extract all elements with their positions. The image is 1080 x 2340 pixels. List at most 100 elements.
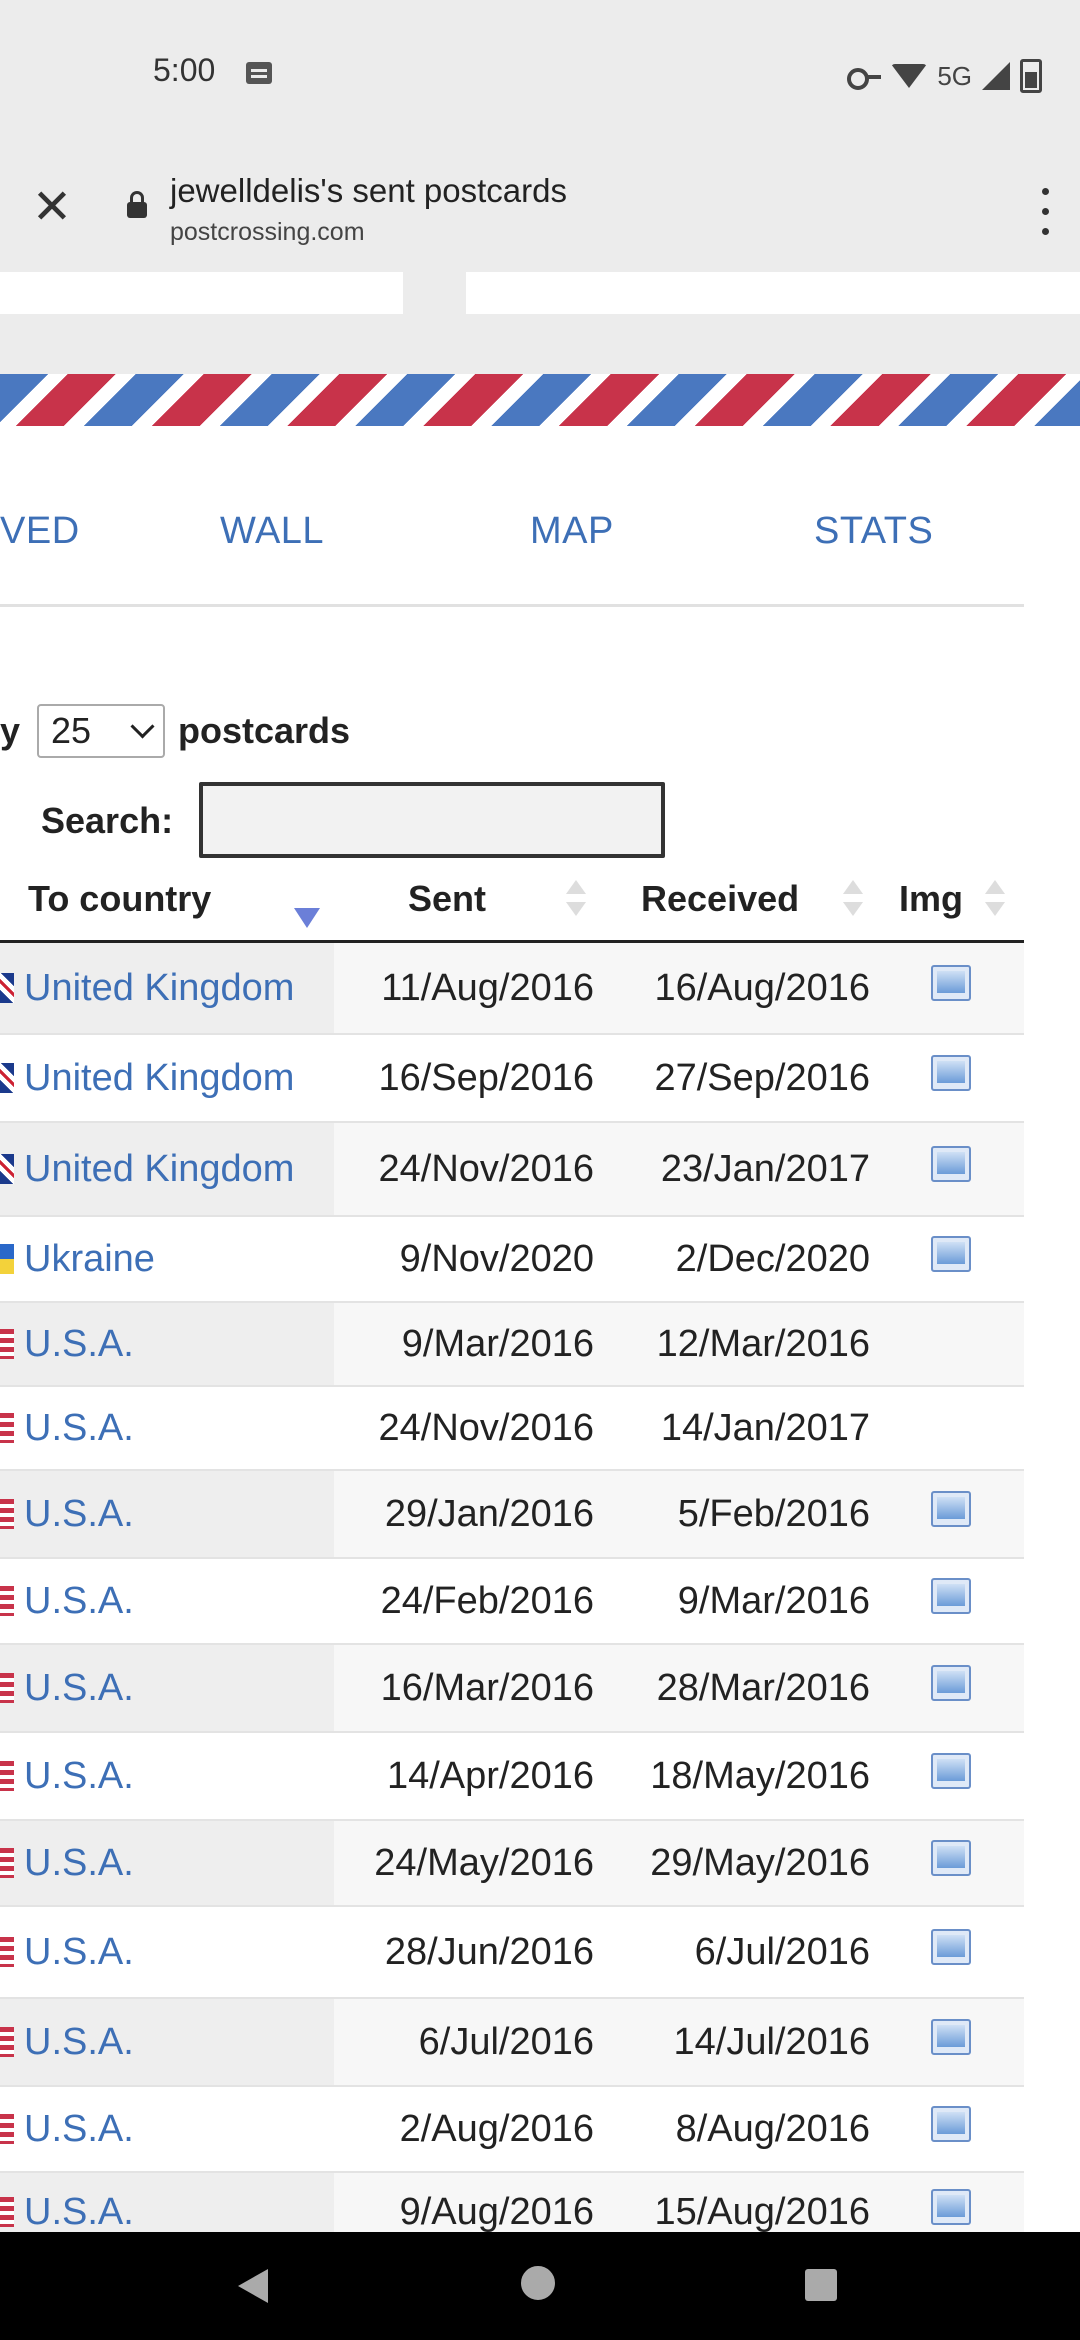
header-sent[interactable]: Sent [408, 878, 486, 920]
country-link[interactable]: U.S.A. [24, 1580, 134, 1623]
page-domain[interactable]: postcrossing.com [170, 218, 365, 247]
country-link[interactable]: U.S.A. [24, 2108, 134, 2151]
flag-us-icon [0, 1413, 14, 1443]
search-input[interactable] [199, 782, 665, 858]
back-icon[interactable] [238, 2269, 268, 2303]
header-img[interactable]: Img [899, 878, 963, 920]
received-date: 15/Aug/2016 [654, 2191, 870, 2233]
system-nav-bar [0, 2232, 1080, 2340]
nav-received[interactable]: VED [0, 510, 80, 553]
table-row[interactable]: U.S.A. 6/Jul/2016 14/Jul/2016 [0, 1999, 1024, 2087]
table-row[interactable]: U.S.A. 16/Mar/2016 28/Mar/2016 [0, 1645, 1024, 1733]
postcard-image-icon[interactable] [931, 1753, 971, 1789]
country-link[interactable]: United Kingdom [24, 967, 294, 1010]
table-row[interactable]: U.S.A. 2/Aug/2016 8/Aug/2016 [0, 2087, 1024, 2173]
network-type-label: 5G [937, 60, 972, 91]
postcard-image-icon[interactable] [931, 1055, 971, 1091]
nav-wall[interactable]: WALL [220, 510, 324, 553]
header-received[interactable]: Received [641, 878, 799, 920]
received-date: 16/Aug/2016 [654, 967, 870, 1009]
table-row[interactable]: U.S.A. 14/Apr/2016 18/May/2016 [0, 1733, 1024, 1821]
sent-date: 9/Aug/2016 [399, 2191, 594, 2233]
postcard-image-icon[interactable] [931, 2019, 971, 2055]
country-link[interactable]: U.S.A. [24, 2021, 134, 2064]
flag-us-icon [0, 1848, 14, 1878]
flag-us-icon [0, 1329, 14, 1359]
home-icon[interactable] [521, 2266, 555, 2300]
received-date: 27/Sep/2016 [654, 1057, 870, 1099]
received-date: 18/May/2016 [650, 1755, 870, 1797]
postcard-image-icon[interactable] [931, 2189, 971, 2225]
table-row[interactable]: U.S.A. 28/Jun/2016 6/Jul/2016 [0, 1907, 1024, 1999]
received-date: 6/Jul/2016 [694, 1931, 870, 1973]
vpn-key-icon [847, 64, 882, 90]
postcards-label: postcards [178, 710, 351, 751]
sort-desc-icon [294, 908, 320, 928]
country-link[interactable]: U.S.A. [24, 2191, 134, 2234]
flag-us-icon [0, 1673, 14, 1703]
nav-stats[interactable]: STATS [814, 510, 933, 553]
postcard-image-icon[interactable] [931, 1665, 971, 1701]
table-row[interactable]: United Kingdom 24/Nov/2016 23/Jan/2017 [0, 1123, 1024, 1217]
received-date: 5/Feb/2016 [677, 1493, 870, 1535]
table-row[interactable]: United Kingdom 16/Sep/2016 27/Sep/2016 [0, 1035, 1024, 1123]
header-to-country[interactable]: To country [28, 878, 211, 920]
country-link[interactable]: Ukraine [24, 1238, 155, 1281]
page-size-select[interactable]: 25 [37, 704, 165, 758]
header-panel-left [0, 272, 403, 314]
show-label: y [0, 710, 21, 751]
header-panel-right [466, 272, 1080, 314]
received-date: 28/Mar/2016 [656, 1667, 870, 1709]
wifi-icon [891, 64, 928, 88]
table-row[interactable]: U.S.A. 24/Nov/2016 14/Jan/2017 [0, 1387, 1024, 1471]
postcard-image-icon[interactable] [931, 1146, 971, 1182]
table-header: To country Sent Received Img [0, 870, 1024, 943]
country-link[interactable]: U.S.A. [24, 1931, 134, 1974]
country-link[interactable]: U.S.A. [24, 1323, 134, 1366]
country-link[interactable]: U.S.A. [24, 1493, 134, 1536]
flag-us-icon [0, 2027, 14, 2057]
sent-date: 16/Mar/2016 [380, 1667, 594, 1709]
flag-uk-icon [0, 973, 14, 1003]
flag-us-icon [0, 2114, 14, 2144]
postcard-image-icon[interactable] [931, 1236, 971, 1272]
table-row[interactable]: U.S.A. 24/May/2016 29/May/2016 [0, 1821, 1024, 1907]
postcard-image-icon[interactable] [931, 2106, 971, 2142]
postcard-image-icon[interactable] [931, 1929, 971, 1965]
table-row[interactable]: U.S.A. 24/Feb/2016 9/Mar/2016 [0, 1559, 1024, 1645]
postcard-image-icon[interactable] [931, 1578, 971, 1614]
country-link[interactable]: United Kingdom [24, 1148, 294, 1191]
recents-icon[interactable] [805, 2269, 837, 2301]
close-tab-button[interactable]: ✕ [26, 182, 78, 234]
country-link[interactable]: U.S.A. [24, 1407, 134, 1450]
postcard-image-icon[interactable] [931, 1840, 971, 1876]
section-nav: VED WALL MAP STATS [0, 426, 1024, 607]
country-link[interactable]: U.S.A. [24, 1755, 134, 1798]
table-row[interactable]: U.S.A. 9/Mar/2016 12/Mar/2016 [0, 1303, 1024, 1387]
postcard-image-icon[interactable] [931, 1491, 971, 1527]
search-label: Search: [41, 800, 174, 841]
table-row[interactable]: U.S.A. 29/Jan/2016 5/Feb/2016 [0, 1471, 1024, 1559]
status-time: 5:00 [153, 52, 216, 88]
table-body: United Kingdom 11/Aug/2016 16/Aug/2016 Unit… [0, 943, 1024, 2253]
sent-date: 6/Jul/2016 [418, 2021, 594, 2063]
country-link[interactable]: U.S.A. [24, 1842, 134, 1885]
overflow-menu-icon[interactable] [1030, 184, 1060, 240]
flag-us-icon [0, 1586, 14, 1616]
page-title[interactable]: jewelldelis's sent postcards [170, 172, 567, 210]
table-row[interactable]: United Kingdom 11/Aug/2016 16/Aug/2016 [0, 943, 1024, 1035]
country-link[interactable]: United Kingdom [24, 1057, 294, 1100]
status-bar: 5:00 5G [0, 0, 1080, 150]
received-date: 9/Mar/2016 [677, 1580, 870, 1622]
postcard-image-icon[interactable] [931, 965, 971, 1001]
country-link[interactable]: U.S.A. [24, 1667, 134, 1710]
sent-date: 9/Nov/2020 [399, 1238, 594, 1280]
flag-ua-icon [0, 1244, 14, 1274]
sent-date: 2/Aug/2016 [399, 2108, 594, 2150]
received-date: 14/Jul/2016 [673, 2021, 871, 2063]
battery-icon [1020, 59, 1042, 93]
table-row[interactable]: Ukraine 9/Nov/2020 2/Dec/2020 [0, 1217, 1024, 1303]
sent-date: 16/Sep/2016 [378, 1057, 594, 1099]
page-size-value: 25 [51, 710, 92, 751]
nav-map[interactable]: MAP [530, 510, 614, 553]
